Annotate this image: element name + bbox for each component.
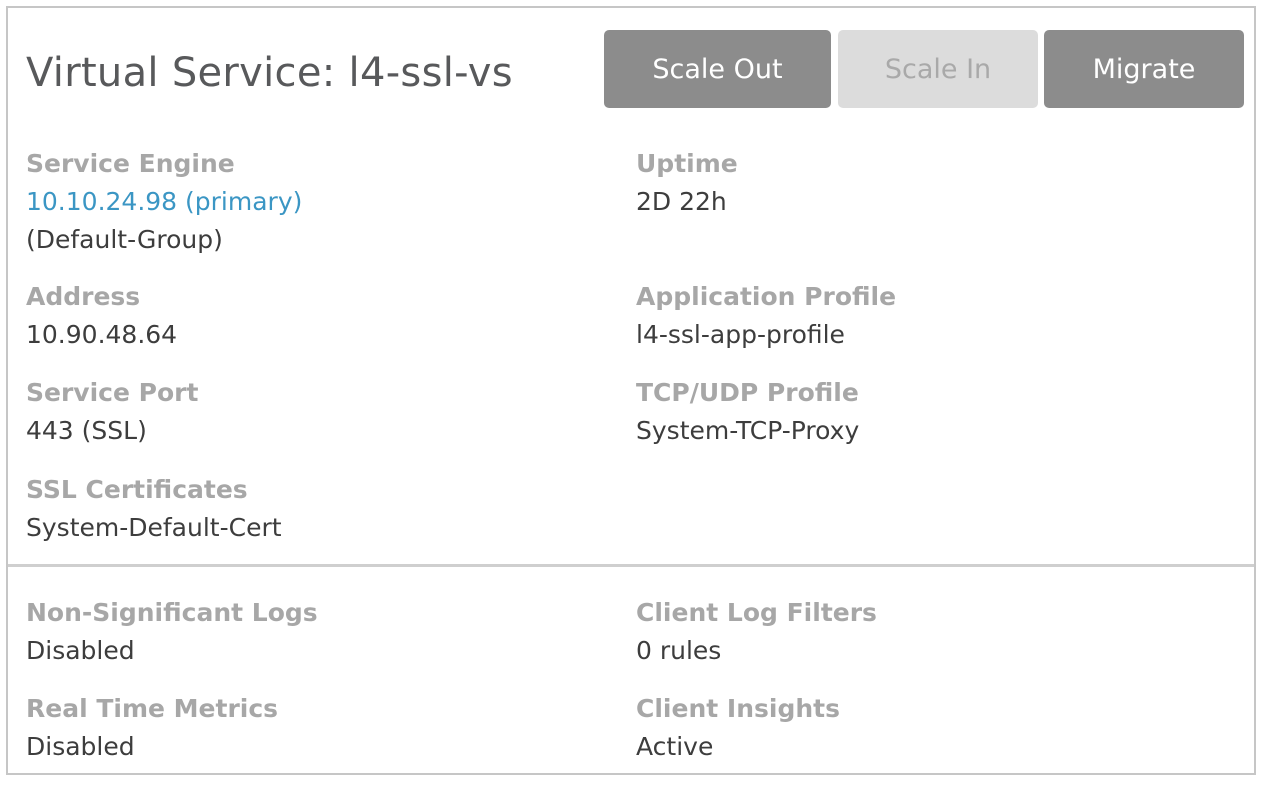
tcp-udp-profile-label: TCP/UDP Profile [636,378,859,407]
service-engine-link[interactable]: 10.10.24.98 (primary) [26,183,302,221]
real-time-metrics-field: Real Time Metrics Disabled [26,690,278,766]
service-engine-field: Service Engine 10.10.24.98 (primary) (De… [26,145,302,259]
service-engine-group: (Default-Group) [26,225,223,254]
uptime-label: Uptime [636,149,738,178]
tcp-udp-profile-field: TCP/UDP Profile System-TCP-Proxy [636,374,859,450]
client-insights-field: Client Insights Active [636,690,840,766]
client-log-filters-field: Client Log Filters 0 rules [636,594,877,670]
service-port-label: Service Port [26,378,199,407]
service-port-value: 443 (SSL) [26,416,147,445]
application-profile-value: l4-ssl-app-profile [636,320,845,349]
client-insights-label: Client Insights [636,694,840,723]
application-profile-field: Application Profile l4-ssl-app-profile [636,278,896,354]
service-engine-label: Service Engine [26,149,235,178]
page-title: Virtual Service: l4-ssl-vs [26,50,513,96]
client-log-filters-value: 0 rules [636,636,722,665]
real-time-metrics-label: Real Time Metrics [26,694,279,723]
non-significant-logs-label: Non-Significant Logs [26,598,318,627]
address-label: Address [26,282,141,311]
uptime-value: 2D 22h [636,187,727,216]
tcp-udp-profile-value: System-TCP-Proxy [636,416,860,445]
virtual-service-panel: Virtual Service: l4-ssl-vs Scale Out Sca… [6,6,1256,775]
address-field: Address 10.90.48.64 [26,278,177,354]
non-significant-logs-field: Non-Significant Logs Disabled [26,594,318,670]
application-profile-label: Application Profile [636,282,897,311]
client-log-filters-label: Client Log Filters [636,598,877,627]
uptime-field: Uptime 2D 22h [636,145,738,221]
service-port-field: Service Port 443 (SSL) [26,374,198,450]
ssl-certificates-value: System-Default-Cert [26,513,282,542]
client-insights-value: Active [636,732,714,761]
real-time-metrics-value: Disabled [26,732,135,761]
migrate-button[interactable]: Migrate [1044,30,1244,108]
non-significant-logs-value: Disabled [26,636,135,665]
scale-out-button[interactable]: Scale Out [604,30,831,108]
ssl-certificates-label: SSL Certificates [26,475,248,504]
address-value: 10.90.48.64 [26,320,178,349]
section-divider [8,564,1254,567]
ssl-certificates-field: SSL Certificates System-Default-Cert [26,471,282,547]
scale-in-button[interactable]: Scale In [838,30,1038,108]
